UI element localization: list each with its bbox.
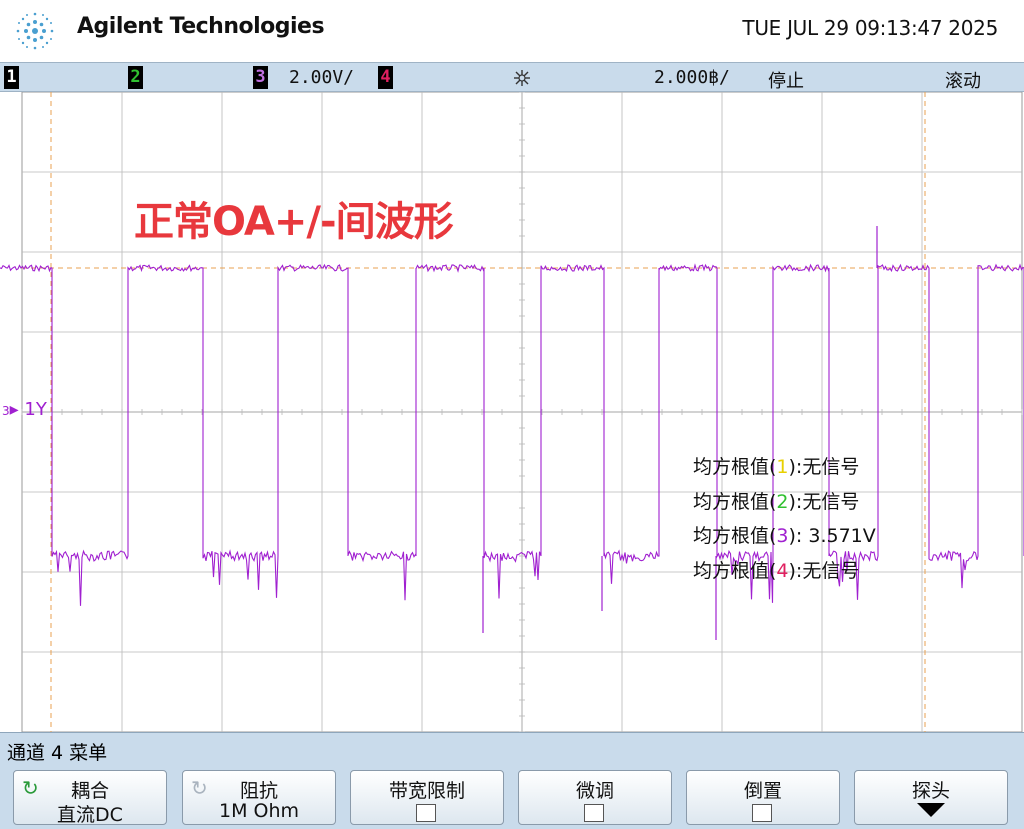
fine-adjust-softkey[interactable]: 微调 bbox=[518, 770, 672, 825]
channel-3-button[interactable]: 3 bbox=[253, 66, 268, 89]
measurement-row: 均方根值(3): 3.571V bbox=[693, 525, 876, 547]
softkey-bar: ↻ 耦合 直流DC ↻ 阻抗 1M Ohm 带宽限制 微调 倒置 探头 bbox=[0, 766, 1024, 829]
channel-2-button[interactable]: 2 bbox=[128, 66, 143, 89]
probe-softkey[interactable]: 探头 bbox=[854, 770, 1008, 825]
measurement-panel: 均方根值(1):无信号 均方根值(2):无信号 均方根值(3): 3.571V … bbox=[693, 450, 876, 588]
channel-4-button[interactable]: 4 bbox=[378, 66, 393, 89]
datetime: TUE JUL 29 09:13:47 2025 bbox=[742, 16, 998, 40]
timebase-scale: 2.000฿/ bbox=[654, 67, 730, 88]
impedance-softkey[interactable]: ↻ 阻抗 1M Ohm bbox=[182, 770, 336, 825]
menu-title-bar: 通道 4 菜单 bbox=[0, 732, 1024, 766]
channel-marker-arrow-icon: ▸ bbox=[9, 399, 19, 420]
annotation-title: 正常OA+/-间波形 bbox=[134, 199, 454, 245]
header: Agilent Technologies TUE JUL 29 09:13:47… bbox=[0, 0, 1024, 62]
acquisition-mode: 滚动 bbox=[945, 71, 981, 92]
trigger-icon bbox=[514, 70, 530, 86]
bandwidth-limit-checkbox[interactable] bbox=[416, 804, 436, 822]
fine-adjust-checkbox[interactable] bbox=[584, 804, 604, 822]
brand-name: Agilent Technologies bbox=[77, 14, 325, 39]
measurement-row: 均方根值(1):无信号 bbox=[693, 456, 860, 478]
agilent-logo-icon bbox=[16, 12, 54, 50]
channel-1-button[interactable]: 1 bbox=[4, 66, 19, 89]
coupling-softkey[interactable]: ↻ 耦合 直流DC bbox=[13, 770, 167, 826]
invert-checkbox[interactable] bbox=[752, 804, 772, 822]
channel-3-ground-marker[interactable]: 3▸ 1Y bbox=[2, 399, 47, 420]
status-bar: 1 2 3 2.00V/ 4 2.000฿/ 停止 滚动 bbox=[0, 62, 1024, 92]
measurement-row: 均方根值(2):无信号 bbox=[693, 490, 860, 513]
channel-marker-number: 3 bbox=[2, 404, 10, 418]
arrow-down-icon bbox=[917, 803, 945, 817]
menu-title: 通道 4 菜单 bbox=[7, 742, 108, 764]
waveform-display: 正常OA+/-间波形 3▸ 1Y 均方根值(1):无信号 均方根值(2):无信号… bbox=[0, 92, 1024, 732]
invert-softkey[interactable]: 倒置 bbox=[686, 770, 840, 825]
measurement-row: 均方根值(4):无信号 bbox=[693, 559, 860, 582]
channel-3-scale: 2.00V/ bbox=[289, 67, 355, 88]
channel-marker-label: 1Y bbox=[24, 399, 47, 420]
graticule bbox=[0, 92, 1024, 732]
bandwidth-limit-softkey[interactable]: 带宽限制 bbox=[350, 770, 504, 825]
run-state: 停止 bbox=[768, 71, 804, 92]
